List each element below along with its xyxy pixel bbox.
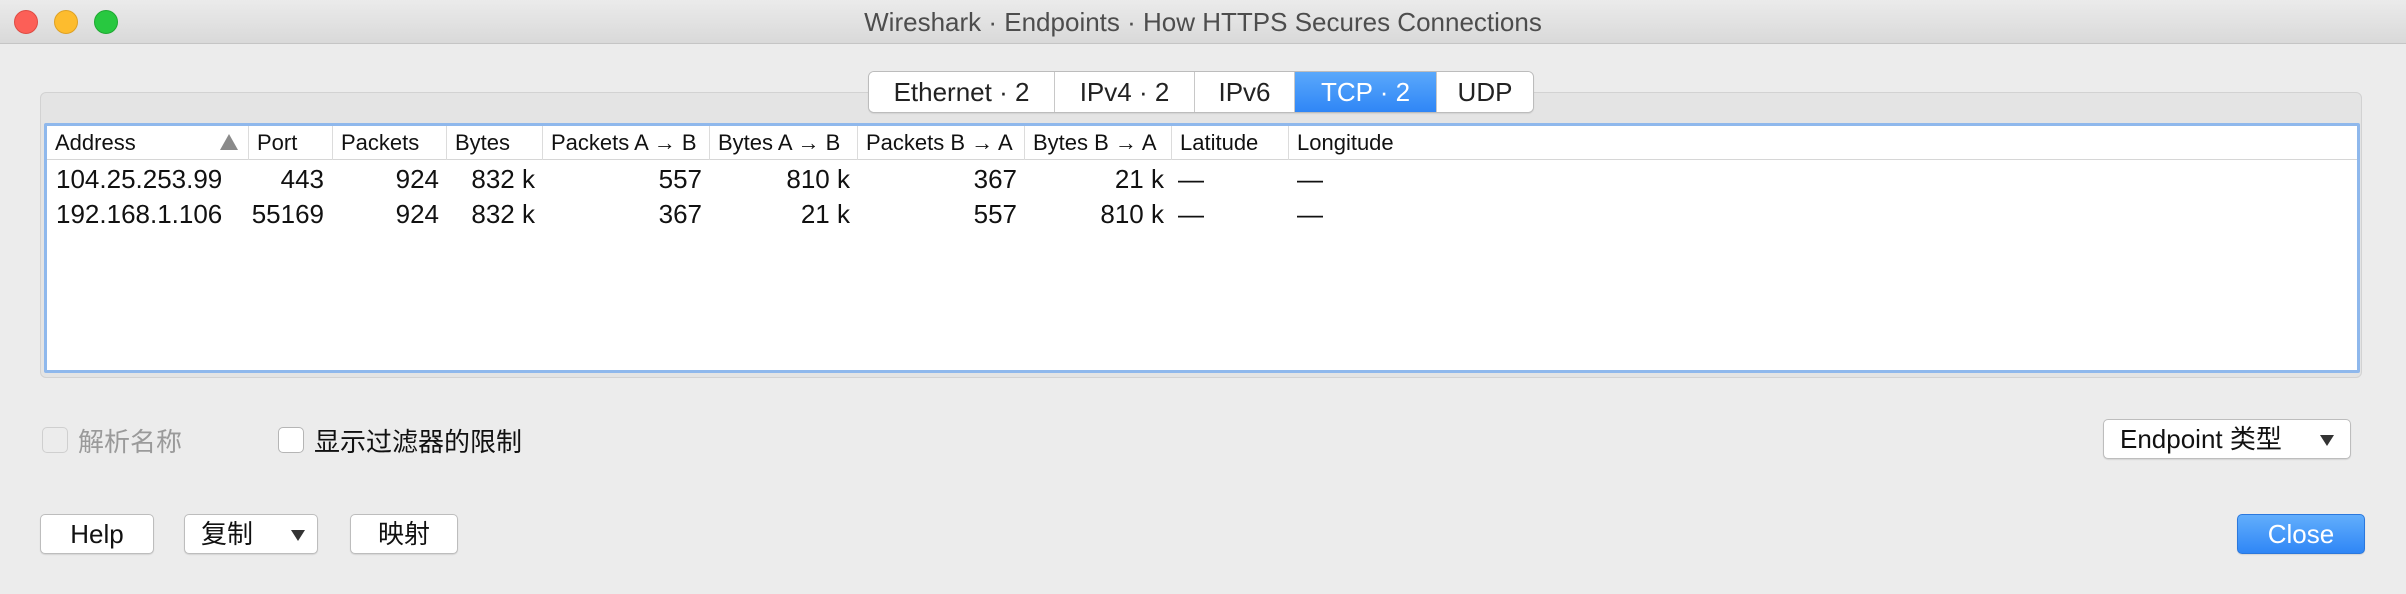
cell-packets-b-a: 367 <box>973 164 1017 194</box>
cell-port: 443 <box>280 164 324 194</box>
cell-bytes-a-b: 810 k <box>786 164 850 194</box>
column-header-bytes-a-b[interactable]: Bytes A → B <box>710 126 858 160</box>
cell-bytes: 832 k <box>471 199 535 229</box>
chevron-down-icon <box>2320 435 2334 446</box>
cell-packets: 924 <box>395 164 439 194</box>
cell-packets-b-a: 557 <box>973 199 1017 229</box>
resolve-names-checkbox[interactable]: 解析名称 <box>42 425 182 457</box>
cell-latitude: — <box>1178 199 1204 229</box>
map-button[interactable]: 映射 <box>350 514 458 554</box>
limit-to-display-filter-label: 显示过滤器的限制 <box>314 426 523 457</box>
cell-packets-a-b: 557 <box>658 164 702 194</box>
checkbox-box[interactable] <box>278 427 304 453</box>
sort-ascending-icon <box>220 134 238 150</box>
endpoints-table[interactable]: Address Port Packets Bytes Packets A → B… <box>44 123 2360 373</box>
tab-tcp[interactable]: TCP · 2 <box>1295 72 1437 112</box>
cell-packets: 924 <box>395 199 439 229</box>
cell-latitude: — <box>1178 164 1204 194</box>
column-header-port[interactable]: Port <box>249 126 333 160</box>
cell-bytes-b-a: 21 k <box>1114 164 1164 194</box>
tab-ethernet[interactable]: Ethernet · 2 <box>869 72 1055 112</box>
limit-to-display-filter-checkbox[interactable]: 显示过滤器的限制 <box>278 425 522 457</box>
column-header-latitude[interactable]: Latitude <box>1172 126 1289 160</box>
tab-udp[interactable]: UDP <box>1437 72 1533 112</box>
column-header-address[interactable]: Address <box>47 126 249 160</box>
cell-packets-a-b: 367 <box>658 199 702 229</box>
table-body: 104.25.253.99 443 924 832 k 557 810 k 36… <box>47 162 2357 232</box>
tab-ipv4[interactable]: IPv4 · 2 <box>1055 72 1195 112</box>
cell-address: 192.168.1.106 <box>56 199 223 229</box>
column-header-packets-b-a[interactable]: Packets B → A <box>858 126 1025 160</box>
resolve-names-label: 解析名称 <box>78 426 183 457</box>
table-row[interactable]: 192.168.1.106 55169 924 832 k 367 21 k 5… <box>47 197 2357 232</box>
column-header-packets[interactable]: Packets <box>333 126 447 160</box>
column-header-longitude[interactable]: Longitude <box>1289 126 2357 160</box>
column-header-bytes-b-a[interactable]: Bytes B → A <box>1025 126 1172 160</box>
cell-bytes-a-b: 21 k <box>800 199 850 229</box>
endpoint-type-select[interactable]: Endpoint 类型 <box>2103 419 2351 459</box>
cell-longitude: — <box>1297 199 1323 229</box>
endpoint-type-label: Endpoint 类型 <box>2120 424 2282 454</box>
help-button[interactable]: Help <box>40 514 154 554</box>
cell-bytes: 832 k <box>471 164 535 194</box>
copy-button[interactable]: 复制 <box>184 514 318 554</box>
window-title: Wireshark · Endpoints · How HTTPS Secure… <box>864 7 1542 37</box>
table-header: Address Port Packets Bytes Packets A → B… <box>47 126 2357 160</box>
cell-longitude: — <box>1297 164 1323 194</box>
copy-button-label: 复制 <box>201 519 254 549</box>
close-button[interactable]: Close <box>2237 514 2365 554</box>
tab-ipv6[interactable]: IPv6 <box>1195 72 1295 112</box>
column-header-packets-a-b[interactable]: Packets A → B <box>543 126 710 160</box>
table-row[interactable]: 104.25.253.99 443 924 832 k 557 810 k 36… <box>47 162 2357 197</box>
column-header-label: Address <box>55 130 136 155</box>
checkbox-box[interactable] <box>42 427 68 453</box>
cell-address: 104.25.253.99 <box>56 164 223 194</box>
endpoints-window: Wireshark · Endpoints · How HTTPS Secure… <box>0 0 2406 594</box>
chevron-down-icon <box>291 530 305 541</box>
column-header-bytes[interactable]: Bytes <box>447 126 543 160</box>
cell-port: 55169 <box>251 199 324 229</box>
cell-bytes-b-a: 810 k <box>1100 199 1164 229</box>
title-bar: Wireshark · Endpoints · How HTTPS Secure… <box>0 0 2406 44</box>
endpoint-type-tabs: Ethernet · 2 IPv4 · 2 IPv6 TCP · 2 UDP <box>868 71 1534 113</box>
